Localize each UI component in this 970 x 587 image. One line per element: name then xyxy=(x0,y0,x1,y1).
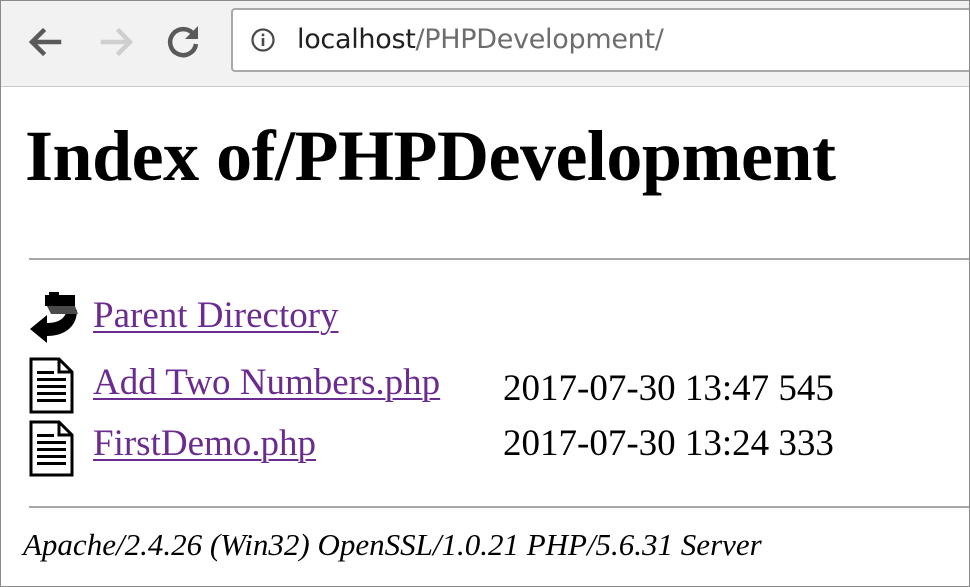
url-path: /PHPDevelopment/ xyxy=(415,24,664,55)
back-arrow-folder-icon xyxy=(30,292,78,343)
top-divider xyxy=(29,258,969,260)
list-item-parent-directory: Parent Directory xyxy=(27,290,927,346)
file-meta: 2017-07-30 13:47 545 xyxy=(503,368,834,409)
server-signature: Apache/2.4.26 (Win32) OpenSSL/1.0.21 PHP… xyxy=(23,527,762,562)
url-text[interactable]: localhost/PHPDevelopment/ xyxy=(297,23,664,57)
arrow-right-icon xyxy=(100,27,134,57)
bottom-divider xyxy=(29,506,969,508)
list-item-file: Add Two Numbers.php 2017-07-30 13:47 545 xyxy=(27,357,927,414)
back-button[interactable] xyxy=(23,20,67,64)
parent-directory-link[interactable]: Parent Directory xyxy=(93,294,339,338)
page-title: Index of/PHPDevelopment xyxy=(25,116,836,196)
text-file-icon xyxy=(29,357,74,414)
arrow-left-icon xyxy=(28,27,62,57)
file-meta: 2017-07-30 13:24 333 xyxy=(503,423,834,464)
file-link[interactable]: Add Two Numbers.php xyxy=(93,361,440,405)
reload-button[interactable] xyxy=(161,20,205,64)
reload-icon xyxy=(167,26,199,58)
browser-window: localhost/PHPDevelopment/ Index of/PHPDe… xyxy=(0,0,970,587)
forward-button[interactable] xyxy=(95,20,139,64)
url-host: localhost xyxy=(297,24,416,55)
address-bar[interactable]: localhost/PHPDevelopment/ xyxy=(231,8,969,72)
list-item-file: FirstDemo.php 2017-07-30 13:24 333 xyxy=(27,420,927,477)
browser-toolbar: localhost/PHPDevelopment/ xyxy=(1,1,969,87)
file-link[interactable]: FirstDemo.php xyxy=(93,422,316,466)
info-circle-icon[interactable] xyxy=(251,28,275,52)
text-file-icon xyxy=(29,420,74,477)
page-content: Index of/PHPDevelopment Parent Directory xyxy=(1,87,969,586)
